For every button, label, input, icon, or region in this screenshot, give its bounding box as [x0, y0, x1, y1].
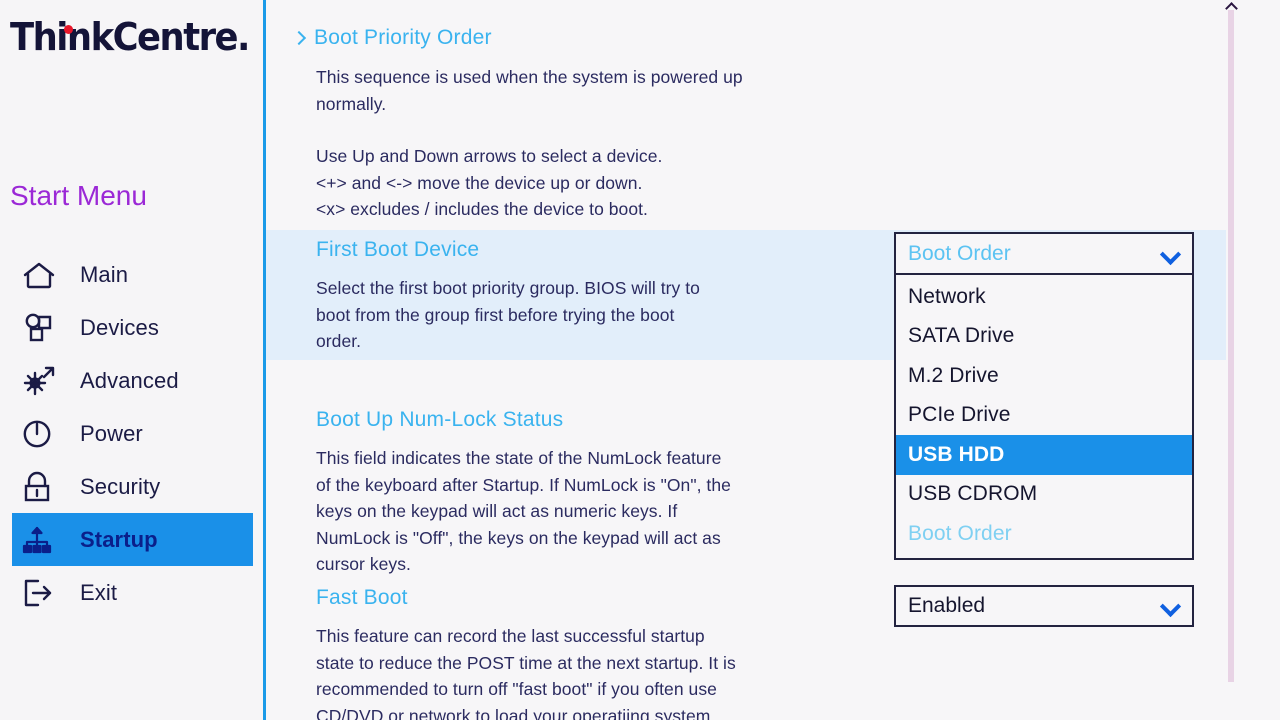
first-boot-device-description: Select the first boot priority group. BI… — [316, 275, 700, 355]
home-icon — [22, 260, 64, 290]
boot-priority-order-help: Use Up and Down arrows to select a devic… — [316, 143, 743, 223]
scrollbar-track[interactable] — [1228, 10, 1234, 682]
first-boot-device-heading[interactable]: First Boot Device — [316, 238, 700, 262]
num-lock-status-description: This field indicates the state of the Nu… — [316, 445, 731, 578]
sidebar-item-power[interactable]: Power — [12, 407, 253, 460]
brand-suffix-dot: . — [237, 15, 250, 59]
sidebar-item-label: Advanced — [80, 367, 179, 393]
devices-icon — [22, 312, 64, 344]
sidebar-item-security[interactable]: Security — [12, 460, 253, 513]
scrollbar-thumb[interactable] — [1228, 10, 1234, 682]
chevron-right-icon — [291, 30, 307, 46]
dropdown-option-boot-order[interactable]: Boot Order — [896, 514, 1192, 554]
sidebar-item-startup[interactable]: Startup — [12, 513, 253, 566]
sidebar-item-label: Security — [80, 473, 161, 499]
chevron-down-icon[interactable] — [1159, 595, 1182, 618]
desc-line: NumLock is "Off", the keys on the keypad… — [316, 527, 721, 548]
section-fast-boot: Fast Boot This feature can record the la… — [316, 586, 736, 720]
section-boot-priority-order: Boot Priority Order This sequence is use… — [291, 26, 743, 223]
sidebar-item-label: Power — [80, 420, 143, 446]
thinkcentre-red-dot-icon — [64, 25, 73, 34]
fast-boot-dropdown-value: Enabled — [908, 594, 986, 617]
sidebar-menu-list: Main Devices Advanced Power Security Sta… — [0, 248, 265, 619]
dropdown-option-usb-hdd[interactable]: USB HDD — [896, 435, 1192, 475]
fast-boot-heading[interactable]: Fast Boot — [316, 586, 736, 610]
dropdown-option-sata-drive[interactable]: SATA Drive — [896, 317, 1192, 357]
dropdown-header[interactable]: Boot Order — [896, 234, 1192, 275]
chevron-down-icon[interactable] — [1159, 243, 1182, 265]
dropdown-option-list: Network SATA Drive M.2 Drive PCIe Drive … — [896, 275, 1192, 558]
startup-icon — [22, 524, 64, 556]
desc-line: This sequence is used when the system is… — [316, 67, 743, 87]
desc-line: Select the first boot priority group. BI… — [316, 278, 700, 298]
dropdown-header-label: Boot Order — [908, 241, 1011, 265]
desc-line: normally. — [316, 93, 387, 114]
first-boot-device-dropdown[interactable]: Boot Order Network SATA Drive M.2 Drive … — [894, 232, 1194, 560]
num-lock-status-heading[interactable]: Boot Up Num-Lock Status — [316, 408, 731, 432]
fast-boot-dropdown[interactable]: Enabled — [894, 585, 1194, 627]
dropdown-option-m2-drive[interactable]: M.2 Drive — [896, 356, 1192, 396]
sidebar: ThinkCentre. Start Menu Main Devices Adv… — [0, 0, 265, 720]
sidebar-item-exit[interactable]: Exit — [12, 566, 253, 619]
dropdown-option-network[interactable]: Network — [896, 277, 1192, 317]
desc-line: recommended to turn off "fast boot" if y… — [316, 679, 717, 699]
fast-boot-description: This feature can record the last success… — [316, 623, 736, 720]
sidebar-item-label: Startup — [80, 526, 158, 552]
exit-icon — [22, 577, 64, 609]
boot-priority-order-title: Boot Priority Order — [314, 26, 492, 49]
desc-line: CD/DVD or network to load your operatiin… — [316, 705, 711, 720]
desc-line: This feature can record the last success… — [316, 626, 705, 646]
boot-priority-order-description: This sequence is used when the system is… — [316, 64, 743, 117]
desc-line: of the keyboard after Startup. If NumLoc… — [316, 474, 731, 495]
start-menu-title: Start Menu — [10, 180, 147, 211]
sidebar-item-main[interactable]: Main — [12, 248, 253, 301]
advanced-icon — [22, 365, 64, 397]
desc-line: order. — [316, 331, 362, 351]
sidebar-item-label: Exit — [80, 579, 118, 605]
desc-line: This field indicates the state of the Nu… — [316, 448, 722, 468]
lock-icon — [22, 471, 64, 503]
desc-line: cursor keys. — [316, 554, 411, 574]
help-line: Use Up and Down arrows to select a devic… — [316, 146, 663, 166]
dropdown-option-pcie-drive[interactable]: PCIe Drive — [896, 396, 1192, 436]
help-line: <x> excludes / includes the device to bo… — [316, 199, 648, 219]
desc-line: boot from the group first before trying … — [316, 304, 675, 325]
help-line: <+> and <-> move the device up or down. — [316, 172, 643, 193]
section-num-lock-status: Boot Up Num-Lock Status This field indic… — [316, 408, 731, 578]
vertical-scrollbar[interactable] — [1226, 0, 1236, 720]
thinkcentre-logo: ThinkCentre. — [10, 12, 255, 74]
desc-line: keys on the keypad will act as numeric k… — [316, 501, 678, 521]
sidebar-item-devices[interactable]: Devices — [12, 301, 253, 354]
brand-name: ThinkCentre — [10, 15, 239, 59]
section-first-boot-device: First Boot Device Select the first boot … — [316, 238, 700, 355]
boot-priority-order-heading[interactable]: Boot Priority Order — [291, 26, 743, 50]
desc-line: state to reduce the POST time at the nex… — [316, 652, 736, 673]
bios-setup-screen: ThinkCentre. Start Menu Main Devices Adv… — [0, 0, 1280, 720]
dropdown-option-usb-cdrom[interactable]: USB CDROM — [896, 475, 1192, 515]
sidebar-item-advanced[interactable]: Advanced — [12, 354, 253, 407]
sidebar-item-label: Main — [80, 261, 129, 287]
power-icon — [22, 418, 64, 450]
scroll-up-arrow-icon[interactable] — [1226, 2, 1236, 9]
sidebar-item-label: Devices — [80, 314, 159, 340]
brand-wordmark: ThinkCentre. — [10, 12, 250, 62]
